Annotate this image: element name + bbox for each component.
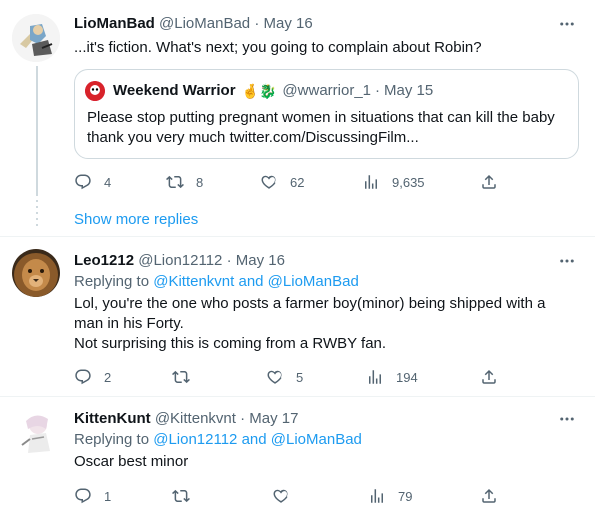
like-button[interactable]: 62 bbox=[260, 172, 304, 192]
action-bar: 2 5 194 bbox=[74, 367, 574, 387]
reply-icon bbox=[75, 174, 91, 190]
thread-dots bbox=[36, 200, 38, 230]
share-button[interactable] bbox=[480, 172, 498, 192]
retweet-icon bbox=[166, 175, 184, 189]
like-icon bbox=[267, 370, 282, 384]
tweet-kittenkunt[interactable]: KittenKunt @Kittenkvnt · May 17 Replying… bbox=[0, 397, 595, 513]
more-icon bbox=[560, 417, 574, 421]
thread-line bbox=[36, 66, 38, 196]
quote-handle[interactable]: @wwarrior_1 bbox=[282, 81, 371, 101]
share-icon bbox=[482, 174, 496, 189]
quote-text: Please stop putting pregnant women in si… bbox=[87, 109, 555, 146]
retweet-button[interactable] bbox=[172, 486, 202, 506]
views-icon bbox=[365, 175, 377, 189]
views-count: 194 bbox=[396, 369, 418, 385]
reply-count: 1 bbox=[104, 488, 112, 504]
tweet-date[interactable]: May 17 bbox=[249, 410, 298, 427]
reply-count: 2 bbox=[104, 369, 112, 385]
like-count: 62 bbox=[290, 174, 305, 190]
retweet-count: 8 bbox=[196, 174, 204, 190]
tweet-liomanbad[interactable]: LioManBad @LioManBad · May 16 ...it's fi… bbox=[0, 0, 595, 200]
views-button[interactable]: 79 bbox=[368, 486, 412, 506]
tweet-header: Leo1212 @Lion12112 · May 16 bbox=[74, 251, 285, 271]
views-button[interactable]: 9,635 bbox=[362, 172, 425, 192]
reply-icon bbox=[75, 488, 91, 504]
more-button[interactable] bbox=[557, 409, 577, 429]
replying-prefix: Replying to bbox=[74, 273, 150, 290]
reply-count: 4 bbox=[104, 174, 112, 190]
reply-icon bbox=[75, 369, 91, 385]
share-button[interactable] bbox=[480, 367, 498, 387]
like-icon bbox=[261, 175, 276, 189]
views-icon bbox=[369, 370, 381, 384]
text-line: Lol, you're the one who posts a farmer b… bbox=[74, 295, 546, 312]
views-count: 79 bbox=[398, 488, 413, 504]
text-line: Not surprising this is coming from a RWB… bbox=[74, 335, 387, 352]
retweet-icon bbox=[172, 370, 190, 384]
replying-prefix: Replying to bbox=[74, 431, 150, 448]
tweet-text: Oscar best minor bbox=[74, 453, 189, 470]
views-button[interactable]: 194 bbox=[366, 367, 418, 387]
replying-to: Replying to @Lion12112 and @LioManBad bbox=[74, 430, 362, 450]
quote-date[interactable]: May 15 bbox=[384, 81, 433, 101]
more-button[interactable] bbox=[557, 14, 577, 34]
like-button[interactable]: 5 bbox=[266, 367, 303, 387]
retweet-button[interactable] bbox=[172, 367, 202, 387]
more-icon bbox=[560, 259, 574, 263]
retweet-button[interactable]: 8 bbox=[166, 172, 203, 192]
avatar[interactable] bbox=[12, 409, 60, 457]
user-handle[interactable]: @LioManBad bbox=[159, 15, 250, 32]
separator: · bbox=[240, 410, 246, 427]
tweet-text: ...it's fiction. What's next; you going … bbox=[74, 39, 482, 56]
like-icon bbox=[273, 489, 288, 503]
retweet-icon bbox=[172, 489, 190, 503]
user-handle[interactable]: @Lion12112 bbox=[138, 252, 222, 269]
share-icon bbox=[482, 488, 496, 503]
tweet-date[interactable]: May 16 bbox=[236, 252, 285, 269]
replying-to: Replying to @Kittenkvnt and @LioManBad bbox=[74, 272, 359, 292]
reply-button[interactable]: 2 bbox=[74, 367, 111, 387]
show-more-replies-link[interactable]: Show more replies bbox=[74, 210, 198, 230]
like-count: 5 bbox=[296, 369, 304, 385]
views-count: 9,635 bbox=[392, 174, 425, 190]
separator: · bbox=[375, 82, 381, 99]
more-icon bbox=[560, 22, 574, 26]
quote-avatar bbox=[85, 81, 105, 101]
replying-targets[interactable]: @Lion12112 and @LioManBad bbox=[153, 431, 362, 448]
quote-display-name[interactable]: Weekend Warrior bbox=[113, 81, 236, 101]
replying-targets[interactable]: @Kittenkvnt and @LioManBad bbox=[153, 273, 359, 290]
quote-header: Weekend Warrior 🤞🐉 @wwarrior_1 · May 15 bbox=[85, 81, 433, 101]
display-name[interactable]: KittenKunt bbox=[74, 410, 151, 427]
reply-button[interactable]: 4 bbox=[74, 172, 111, 192]
share-icon bbox=[482, 369, 496, 384]
text-line: man in his Forty. bbox=[74, 315, 184, 332]
action-bar: 1 79 bbox=[74, 486, 574, 506]
like-button[interactable] bbox=[272, 486, 302, 506]
quoted-tweet[interactable]: Weekend Warrior 🤞🐉 @wwarrior_1 · May 15 … bbox=[74, 69, 579, 159]
share-button[interactable] bbox=[480, 486, 498, 506]
tweet-text: Lol, you're the one who posts a farmer b… bbox=[74, 294, 574, 354]
separator: · bbox=[254, 15, 260, 32]
display-name[interactable]: Leo1212 bbox=[74, 252, 134, 269]
views-icon bbox=[371, 489, 383, 503]
tweet-header: LioManBad @LioManBad · May 16 bbox=[74, 14, 313, 34]
tweet-date[interactable]: May 16 bbox=[263, 15, 312, 32]
avatar[interactable] bbox=[12, 249, 60, 297]
more-button[interactable] bbox=[557, 251, 577, 271]
action-bar: 4 8 62 9,635 bbox=[74, 172, 574, 192]
separator: · bbox=[226, 252, 232, 269]
tweet-header: KittenKunt @Kittenkvnt · May 17 bbox=[74, 409, 298, 429]
reply-button[interactable]: 1 bbox=[74, 486, 111, 506]
user-handle[interactable]: @Kittenkvnt bbox=[155, 410, 236, 427]
tweet-leo1212[interactable]: Leo1212 @Lion12112 · May 16 Replying to … bbox=[0, 237, 595, 402]
quote-emoji: 🤞🐉 bbox=[241, 83, 277, 99]
avatar[interactable] bbox=[12, 14, 60, 62]
display-name[interactable]: LioManBad bbox=[74, 15, 155, 32]
